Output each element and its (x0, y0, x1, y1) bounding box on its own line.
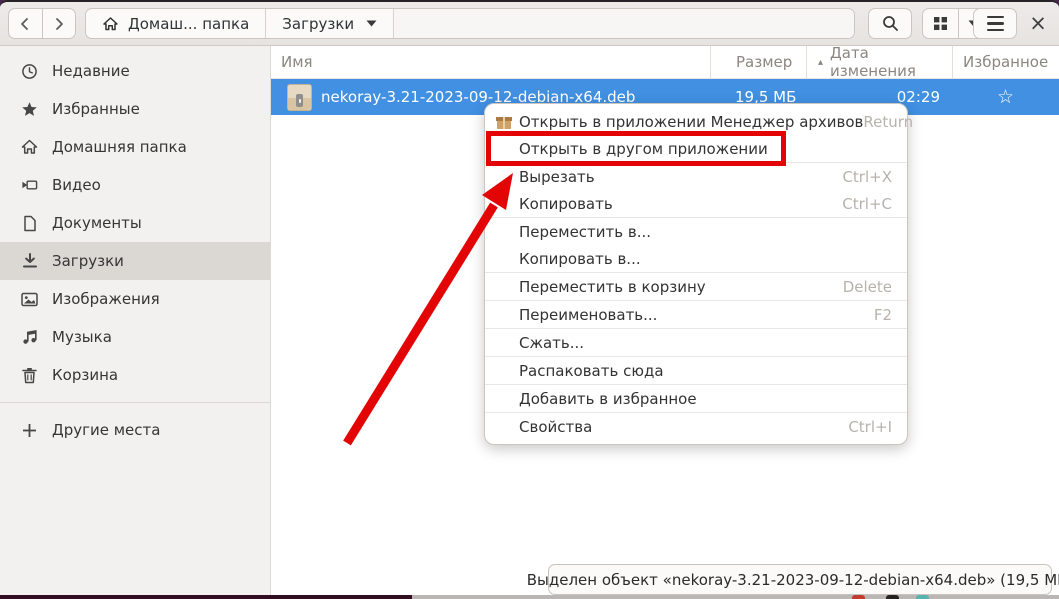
sidebar-item-label: Корзина (52, 366, 119, 384)
menu-item-move-to[interactable]: Переместить в... (485, 218, 907, 245)
grid-view-icon (933, 17, 947, 30)
sidebar-item-label: Другие места (52, 421, 161, 439)
menu-item-copy[interactable]: Копировать Ctrl+C (485, 190, 907, 217)
menu-item-compress[interactable]: Сжать... (485, 329, 907, 356)
star-outline-icon: ☆ (996, 86, 1015, 108)
sidebar-item-music[interactable]: Музыка (0, 318, 270, 356)
chevron-left-icon (21, 17, 29, 30)
sidebar-item-other-places[interactable]: Другие места (0, 411, 270, 449)
sidebar-item-videos[interactable]: Видео (0, 166, 270, 204)
chevron-right-icon (55, 17, 63, 30)
menu-item-rename[interactable]: Переименовать... F2 (485, 301, 907, 328)
menu-item-move-to-trash[interactable]: Переместить в корзину Delete (485, 273, 907, 300)
sidebar-item-label: Избранные (52, 100, 140, 118)
deb-package-file-icon (287, 83, 312, 111)
sidebar-item-documents[interactable]: Документы (0, 204, 270, 242)
document-icon (21, 215, 38, 232)
shortcut-label: Ctrl+X (842, 167, 892, 186)
home-icon (21, 139, 38, 156)
sidebar-item-home[interactable]: Домашняя папка (0, 128, 270, 166)
forward-button[interactable] (43, 9, 76, 38)
search-button[interactable] (868, 8, 912, 39)
shortcut-label: Return (863, 112, 914, 131)
chevron-down-icon (366, 20, 377, 27)
star-icon (21, 101, 38, 118)
archive-manager-icon (496, 114, 512, 130)
annotation-highlight-rectangle (486, 131, 786, 166)
music-icon (21, 329, 38, 346)
selection-status-text: Выделен объект «nekoray-3.21-2023-09-12-… (526, 570, 1059, 589)
path-bar: Домаш... папка Загрузки (85, 8, 855, 39)
sidebar-separator (0, 402, 270, 403)
sidebar-item-starred[interactable]: Избранные (0, 90, 270, 128)
search-icon (882, 16, 898, 31)
breadcrumb-current-label: Загрузки (282, 14, 355, 33)
path-bar-empty[interactable] (394, 9, 854, 38)
desktop-edge-strip (0, 595, 1059, 599)
menu-item-extract-here[interactable]: Распаковать сюда (485, 357, 907, 384)
plus-icon (21, 422, 38, 439)
sidebar-item-label: Видео (52, 176, 101, 194)
menu-item-properties[interactable]: Свойства Ctrl+I (485, 413, 907, 440)
menu-item-cut[interactable]: Вырезать Ctrl+X (485, 163, 907, 190)
breadcrumb-current[interactable]: Загрузки (266, 9, 395, 38)
dock-icon-peek (886, 595, 899, 599)
menu-item-copy-to[interactable]: Копировать в... (485, 245, 907, 272)
file-manager-window: Домаш... папка Загрузки × Недавние Избра… (0, 0, 1059, 599)
sidebar-item-pictures[interactable]: Изображения (0, 280, 270, 318)
video-icon (21, 177, 38, 194)
sidebar-item-label: Домашняя папка (52, 138, 187, 156)
clock-icon (21, 63, 38, 80)
sidebar-item-label: Музыка (52, 328, 112, 346)
file-star-toggle[interactable]: ☆ (952, 79, 1059, 115)
sidebar-item-trash[interactable]: Корзина (0, 356, 270, 394)
list-header: Имя Размер ▴ Дата изменения Избранное (271, 44, 1059, 80)
grid-view-button[interactable] (923, 9, 959, 38)
sidebar: Недавние Избранные Домашняя папка Видео … (0, 46, 271, 595)
status-bar: Выделен объект «nekoray-3.21-2023-09-12-… (527, 564, 1059, 595)
close-button[interactable]: × (1022, 7, 1054, 39)
hamburger-menu-button[interactable] (973, 8, 1017, 39)
download-icon (21, 253, 38, 270)
sidebar-item-label: Документы (52, 214, 142, 232)
sort-ascending-icon: ▴ (818, 56, 824, 68)
image-icon (21, 291, 38, 308)
toolbar: Домаш... папка Загрузки × (0, 2, 1059, 46)
dock-icon-peek (852, 595, 865, 599)
sidebar-item-label: Недавние (52, 62, 130, 80)
breadcrumb-home[interactable]: Домаш... папка (86, 9, 267, 38)
shortcut-label: Ctrl+I (848, 417, 892, 436)
column-header-name[interactable]: Имя (271, 46, 710, 78)
sidebar-item-label: Изображения (52, 290, 160, 308)
shortcut-label: Delete (842, 277, 892, 296)
close-icon: × (1029, 11, 1047, 35)
breadcrumb-home-label: Домаш... папка (128, 14, 250, 33)
sidebar-item-recent[interactable]: Недавние (0, 52, 270, 90)
dock-icon-peek (916, 595, 929, 599)
sidebar-item-label: Загрузки (52, 252, 124, 270)
home-icon (103, 16, 118, 30)
shortcut-label: Ctrl+C (842, 194, 892, 213)
column-header-size[interactable]: Размер (710, 46, 806, 78)
sidebar-item-downloads[interactable]: Загрузки (0, 242, 270, 280)
column-header-modified[interactable]: ▴ Дата изменения (806, 44, 952, 80)
shortcut-label: F2 (873, 305, 892, 324)
back-button[interactable] (9, 9, 43, 38)
column-header-starred[interactable]: Избранное (952, 46, 1059, 78)
desktop-edge-maroon (0, 595, 412, 599)
menu-item-add-to-starred[interactable]: Добавить в избранное (485, 385, 907, 412)
trash-icon (21, 367, 38, 384)
hamburger-icon (986, 15, 1004, 32)
nav-buttons (8, 8, 76, 39)
